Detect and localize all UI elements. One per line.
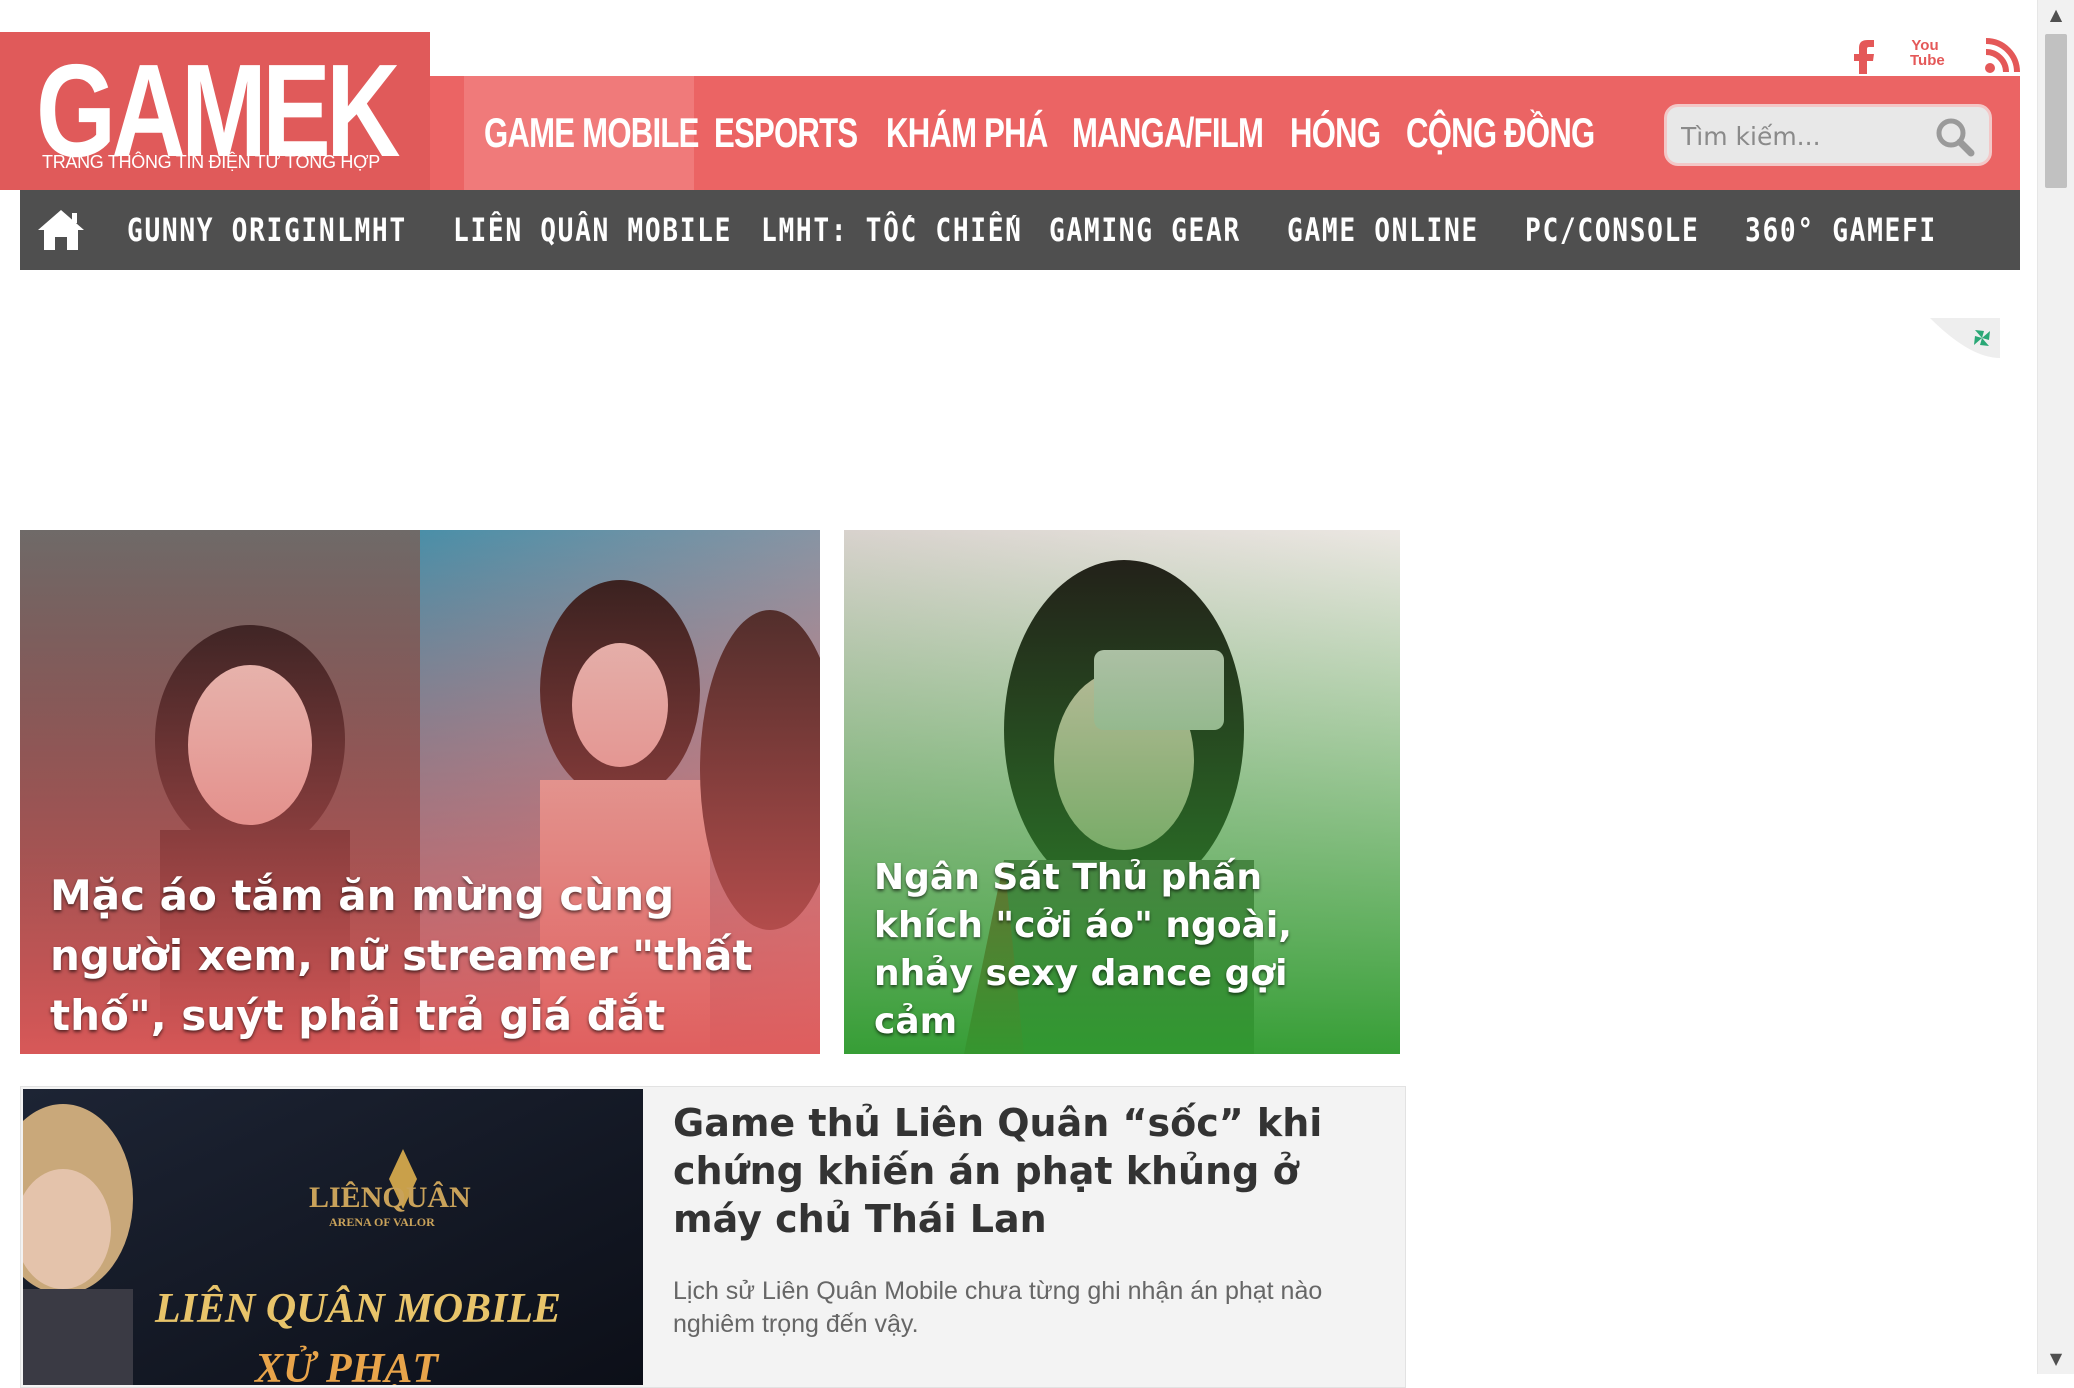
logo-tagline: TRANG THÔNG TIN ĐIỆN TỬ TỔNG HỢP xyxy=(42,152,380,172)
vertical-scrollbar[interactable]: ▲ ▼ xyxy=(2037,0,2074,1374)
thumbnail-logo-subtext: ARENA OF VALOR xyxy=(329,1215,435,1229)
sub-nav-item-lien-quan-mobile[interactable]: LIÊN QUÂN MOBILE xyxy=(428,211,736,249)
thumbnail-caption-line-2: XỬ PHẠT xyxy=(255,1346,439,1385)
rss-icon[interactable] xyxy=(1984,38,2020,78)
main-nav-item-hong[interactable]: HÓNG xyxy=(1270,76,1386,190)
article-headline[interactable]: Game thủ Liên Quân “sốc” khi chứng khiến… xyxy=(673,1099,1373,1243)
featured-article-1-title[interactable]: Mặc áo tắm ăn mừng cùng người xem, nữ st… xyxy=(50,866,790,1046)
youtube-icon[interactable]: You Tube xyxy=(1910,38,1948,78)
article-card[interactable]: LIÊNQUÂN ARENA OF VALOR LIÊN QUÂN MOBILE… xyxy=(20,1086,1406,1388)
home-icon[interactable] xyxy=(20,190,102,270)
scroll-up-arrow-icon[interactable]: ▲ xyxy=(2038,0,2074,30)
sub-nav-item-gunny-origin[interactable]: GUNNY ORIGIN xyxy=(102,211,335,249)
ad-choices-icon[interactable] xyxy=(1930,318,2000,358)
search-input[interactable] xyxy=(1679,115,1923,157)
featured-article-1[interactable]: Mặc áo tắm ăn mừng cùng người xem, nữ st… xyxy=(20,530,820,1054)
featured-article-2[interactable]: Ngân Sát Thủ phấn khích "cởi áo" ngoài, … xyxy=(844,530,1400,1054)
scrollbar-thumb[interactable] xyxy=(2045,34,2067,188)
thumbnail-caption-line-1: LIÊN QUÂN MOBILE xyxy=(155,1286,562,1332)
main-nav-item-kham-pha[interactable]: KHÁM PHÁ xyxy=(866,76,1052,190)
search-box xyxy=(1664,104,1992,166)
featured-article-2-title[interactable]: Ngân Sát Thủ phấn khích "cởi áo" ngoài, … xyxy=(874,854,1370,1046)
sub-nav-item-360-gamefi[interactable]: 360° GAMEFI xyxy=(1720,211,1935,249)
main-nav-item-esports[interactable]: ESPORTS xyxy=(694,76,866,190)
search-icon[interactable] xyxy=(1935,117,1975,161)
article-excerpt: Lịch sử Liên Quân Mobile chưa từng ghi n… xyxy=(673,1277,1323,1338)
thumbnail-logo-text: LIÊNQUÂN xyxy=(309,1181,471,1214)
main-nav: GAME MOBILE ESPORTS KHÁM PHÁ MANGA/FILM … xyxy=(464,76,1595,190)
sub-nav-item-lmht-toc-chien[interactable]: LMHT: TỐC CHIẾN xyxy=(736,211,1024,249)
sub-nav-item-game-online[interactable]: GAME ONLINE xyxy=(1262,211,1500,249)
main-nav-item-manga-film[interactable]: MANGA/FILM xyxy=(1052,76,1270,190)
sub-nav-item-pc-console[interactable]: PC/CONSOLE xyxy=(1500,211,1720,249)
sub-nav: GUNNY ORIGIN LMHT LIÊN QUÂN MOBILE LMHT:… xyxy=(20,190,2020,270)
scroll-down-arrow-icon[interactable]: ▼ xyxy=(2038,1344,2074,1374)
main-nav-item-cong-dong[interactable]: CỘNG ĐỒNG xyxy=(1386,76,1595,190)
logo-text: GAMEK xyxy=(36,37,401,184)
youtube-icon-label: You Tube xyxy=(1910,37,1945,69)
main-nav-item-game-mobile[interactable]: GAME MOBILE xyxy=(464,76,699,190)
sub-nav-item-gaming-gear[interactable]: GAMING GEAR xyxy=(1024,211,1262,249)
site-logo[interactable]: GAMEK TRANG THÔNG TIN ĐIỆN TỬ TỔNG HỢP xyxy=(0,32,430,190)
facebook-icon[interactable] xyxy=(1850,34,1878,74)
article-thumbnail[interactable]: LIÊNQUÂN ARENA OF VALOR LIÊN QUÂN MOBILE… xyxy=(23,1089,643,1385)
